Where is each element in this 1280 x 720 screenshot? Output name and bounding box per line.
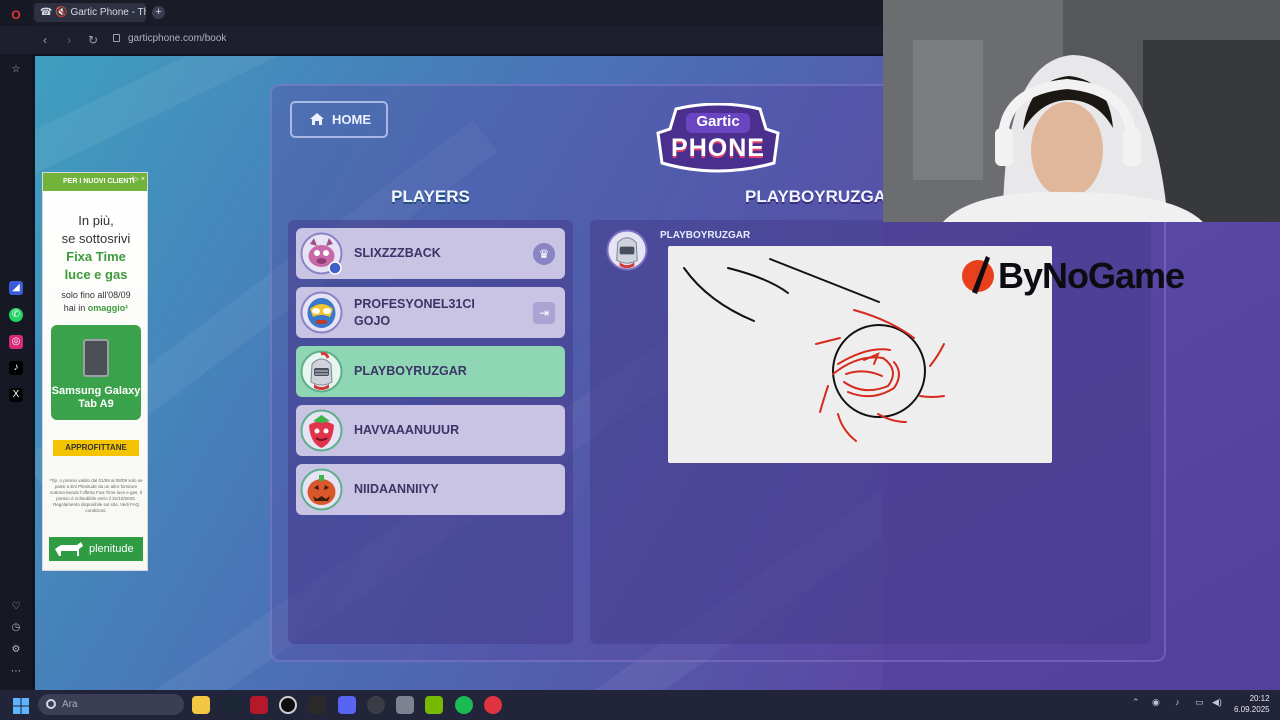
home-button[interactable]: HOME	[290, 101, 388, 138]
gartic-phone-logo: Gartic PHONE	[656, 102, 780, 175]
pig-avatar-icon	[300, 232, 343, 275]
ad-line-6: hai in omaggio¹	[63, 303, 129, 313]
sponsor-logo: ByNoGame	[960, 250, 1200, 300]
file-explorer-icon[interactable]	[192, 696, 210, 714]
ad-line-4: luce e gas	[64, 267, 128, 282]
microphone-icon[interactable]: ♪	[1175, 697, 1180, 707]
ad-info-icon[interactable]: i▷ ×	[132, 175, 145, 183]
bynogame-logo-icon	[962, 256, 994, 294]
heart-icon[interactable]: ♡	[9, 600, 23, 614]
network-icon[interactable]: ◉	[1152, 697, 1160, 708]
x-icon[interactable]: X	[9, 388, 23, 402]
volume-icon[interactable]: ◀)	[1212, 697, 1222, 708]
logo-top-text: Gartic	[696, 113, 740, 130]
obs-icon[interactable]	[279, 696, 297, 714]
discord-icon[interactable]	[338, 696, 356, 714]
more-icon[interactable]: ⋯	[9, 665, 23, 679]
ad-fine-print: ¹Tip. o premio valido dal 01/09 al 08/09…	[49, 478, 143, 513]
ad-line-3: Fixa Time	[66, 249, 126, 264]
advertisement-banner[interactable]: PER I NUOVI CLIENTI i▷ × In più, se sott…	[42, 172, 148, 571]
settings-icon[interactable]: ⚙	[9, 643, 23, 657]
search-icon	[46, 699, 56, 709]
player-row[interactable]: SLIXZZZBACK ♛	[296, 228, 565, 279]
taskbar: Ara	[0, 690, 1280, 720]
player-name: SLIXZZZBACK	[354, 246, 441, 260]
aria-icon[interactable]: ◢	[9, 281, 23, 295]
nvidia-icon[interactable]	[425, 696, 443, 714]
reload-icon[interactable]: ↻	[88, 33, 98, 47]
ad-brand-logo: plenitude	[49, 537, 143, 561]
strawberry-avatar-icon	[300, 409, 343, 452]
pumpkin-avatar-icon	[300, 468, 343, 511]
clock-date: 6.09.2025	[1234, 705, 1270, 714]
player-row[interactable]: NIIDAANNIIYY	[296, 464, 565, 515]
ad-line-5: solo fino all'08/09	[61, 290, 131, 300]
instagram-icon[interactable]: ◎	[9, 335, 23, 349]
new-tab-button[interactable]: +	[152, 6, 165, 19]
six-legged-dog-icon	[55, 542, 83, 556]
steam-icon[interactable]	[221, 696, 239, 714]
logo-bottom-text: PHONE	[671, 134, 765, 162]
home-icon	[310, 113, 324, 125]
players-heading: PLAYERS	[391, 187, 470, 206]
browser-tab-gartic[interactable]: ☎ 🔇 Gartic Phone - The Te	[34, 3, 146, 22]
book-owner-heading: PLAYBOYRUZGAR	[745, 187, 899, 206]
history-icon[interactable]: ◷	[9, 621, 23, 635]
knight-avatar-icon	[606, 229, 648, 271]
ad-brand-name: plenitude	[89, 543, 134, 555]
taskbar-clock[interactable]: 20:12 6.09.2025	[1234, 693, 1270, 715]
player-name: PLAYBOYRUZGAR	[354, 364, 467, 378]
chrome-like-icon[interactable]	[367, 696, 385, 714]
crown-icon: ♛	[533, 243, 555, 265]
tray-chevron-icon[interactable]: ⌃	[1132, 697, 1140, 708]
forward-icon[interactable]: ›	[67, 33, 71, 47]
kick-player-icon[interactable]: ⇥	[533, 302, 555, 324]
knight-avatar-icon	[300, 350, 343, 393]
ad-line-2: se sottosrivi	[61, 231, 131, 246]
windows-start-icon[interactable]	[13, 698, 29, 714]
spotify-icon[interactable]	[455, 696, 473, 714]
ad-line-1: In più,	[78, 213, 114, 228]
clock-time: 20:12	[1249, 694, 1270, 703]
ad-tablet-card: Samsung Galaxy Tab A9	[51, 325, 141, 420]
tiktok-icon[interactable]: ♪	[9, 361, 23, 375]
opera-taskbar-icon[interactable]	[484, 696, 502, 714]
player-row[interactable]: HAVVAAANUUUR	[296, 405, 565, 456]
opera-logo-icon[interactable]: O	[9, 8, 23, 22]
whatsapp-icon[interactable]: ✆	[9, 308, 23, 322]
webcam-overlay	[883, 0, 1280, 222]
book-entry-author: PLAYBOYRUZGAR	[660, 230, 751, 241]
player-name: PROFESYONEL31CI GOJO	[354, 296, 475, 328]
taskbar-search-placeholder: Ara	[62, 699, 78, 710]
player-name: NIIDAANNIIYY	[354, 482, 439, 496]
display-icon[interactable]: ▭	[1195, 697, 1204, 708]
home-button-label: HOME	[332, 112, 371, 127]
epic-games-icon[interactable]	[308, 696, 326, 714]
app-x-icon[interactable]	[250, 696, 268, 714]
star-icon[interactable]: ☆	[9, 63, 23, 77]
ad-tablet-label: Samsung Galaxy Tab A9	[51, 385, 141, 410]
player-row[interactable]: PROFESYONEL31CI GOJO ⇥	[296, 287, 565, 338]
tablet-icon	[83, 339, 109, 377]
sponsor-name: ByNoGame	[998, 255, 1185, 296]
taskbar-search-input[interactable]: Ara	[38, 694, 184, 715]
app-generic-icon[interactable]	[396, 696, 414, 714]
player-row-active[interactable]: PLAYBOYRUZGAR	[296, 346, 565, 397]
luchador-avatar-icon	[300, 291, 343, 334]
url-field[interactable]: garticphone.com/book	[110, 33, 226, 44]
back-icon[interactable]: ‹	[43, 33, 47, 47]
ad-cta-button[interactable]: APPROFITTANE	[53, 440, 139, 456]
player-name: HAVVAAANUUUR	[354, 423, 460, 437]
